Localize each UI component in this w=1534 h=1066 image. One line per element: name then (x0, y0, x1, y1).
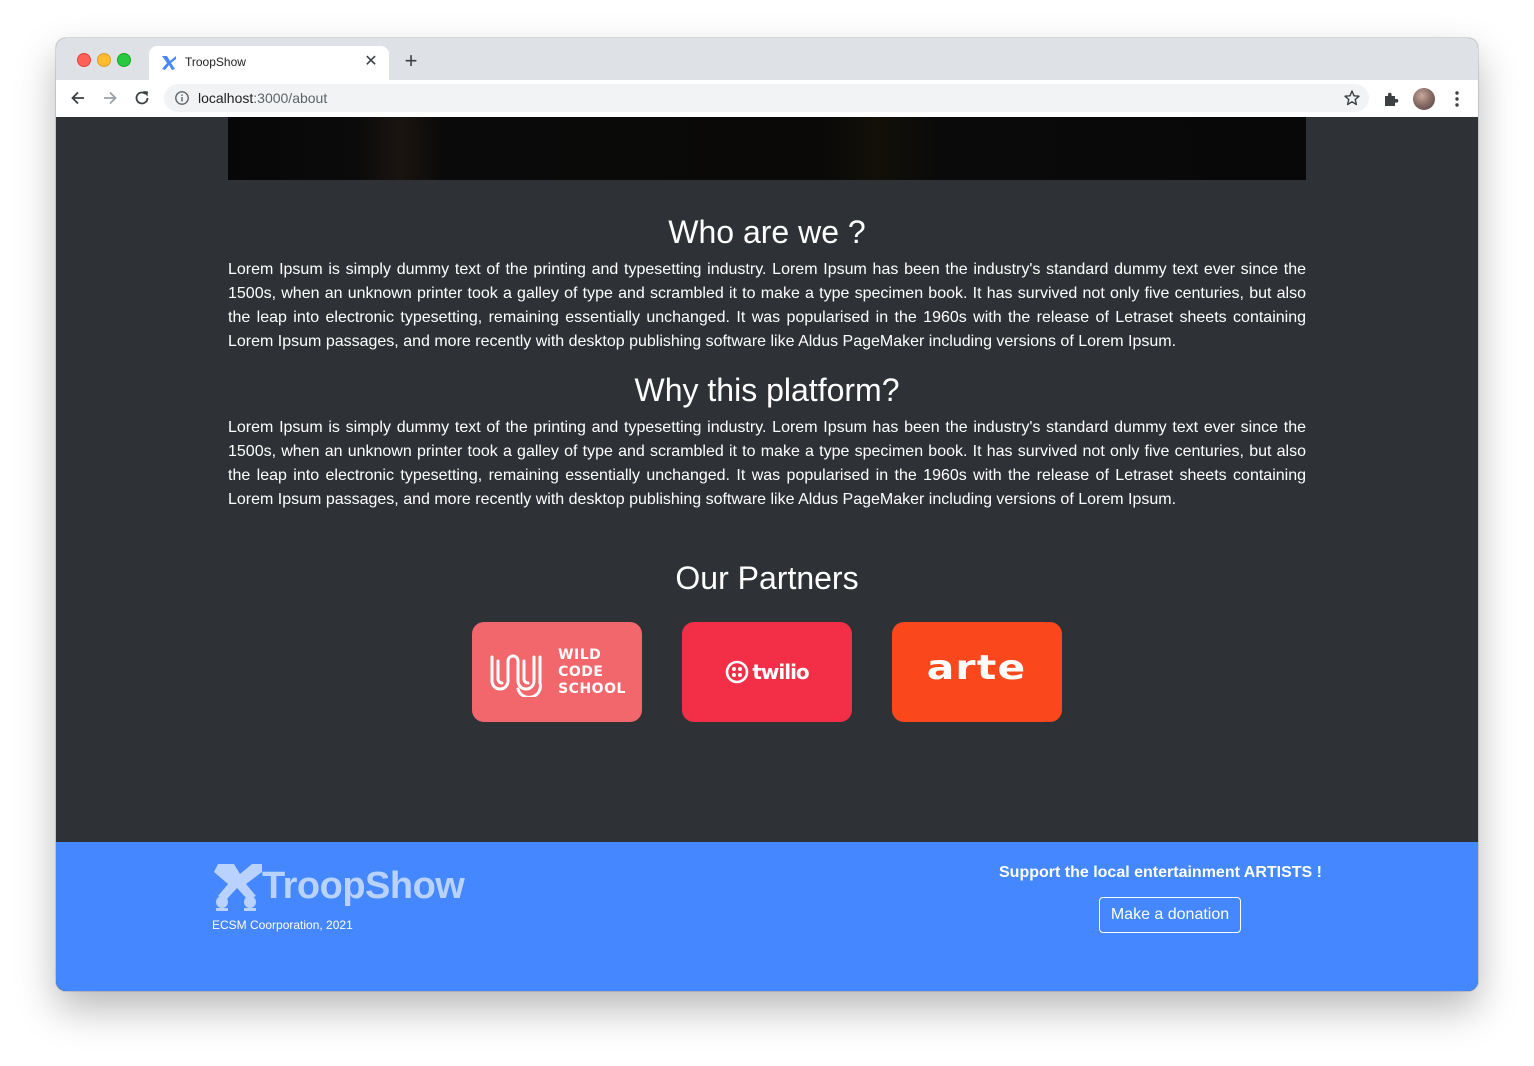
make-donation-button[interactable]: Make a donation (1099, 897, 1241, 933)
footer-support-text: Support the local entertainment ARTISTS … (999, 864, 1322, 881)
reload-icon (135, 91, 149, 105)
close-tab-icon[interactable]: ✕ (361, 52, 381, 72)
section-title: Why this platform? (634, 372, 900, 408)
twilio-wordmark: twilio (752, 660, 809, 684)
info-icon[interactable] (174, 90, 190, 106)
url-text[interactable]: localhost:3000/about (198, 90, 327, 106)
partner-arte[interactable]: arte (892, 622, 1062, 722)
arrow-left-icon (71, 91, 84, 105)
back-button[interactable] (66, 86, 90, 110)
wcs-line: SCHOOL (558, 680, 626, 697)
browser-toolbar: localhost:3000/about (56, 80, 1478, 118)
more-vertical-icon[interactable] (1448, 89, 1466, 109)
section-body: Lorem Ipsum is simply dummy text of the … (228, 261, 1306, 350)
tab-strip: TroopShow ✕ + (56, 38, 1478, 80)
why-this-platform-section: Why this platform? Lorem Ipsum is simply… (228, 370, 1306, 512)
maximize-window-button[interactable] (117, 53, 131, 67)
arrow-right-icon (104, 91, 117, 105)
tab-troopshow[interactable]: TroopShow ✕ (149, 46, 389, 80)
forward-button[interactable] (98, 86, 122, 110)
footer-brand[interactable]: TroopShow (262, 864, 465, 908)
address-bar[interactable]: localhost:3000/about (164, 84, 1369, 112)
url-path: :3000/about (253, 90, 328, 106)
close-window-button[interactable] (77, 53, 91, 67)
minimize-window-button[interactable] (97, 53, 111, 67)
wcs-line: WILD (558, 646, 602, 663)
wild-code-school-logo-icon (490, 654, 542, 697)
section-body: Lorem Ipsum is simply dummy text of the … (228, 419, 1306, 508)
who-are-we-section: Who are we ? Lorem Ipsum is simply dummy… (228, 212, 1306, 354)
extensions-puzzle-icon[interactable] (1382, 90, 1400, 108)
site-footer: TroopShow ECSM Coorporation, 2021 Suppor… (56, 842, 1478, 991)
partners-title: Our Partners (675, 560, 859, 596)
section-title: Who are we ? (668, 214, 866, 250)
about-page: Who are we ? Lorem Ipsum is simply dummy… (56, 117, 1478, 991)
partner-wild-code-school[interactable]: WILD CODE SCHOOL (472, 622, 642, 722)
wild-code-school-wordmark: WILD CODE SCHOOL (558, 647, 626, 698)
tab-title: TroopShow (185, 55, 246, 69)
browser-window: TroopShow ✕ + localhost:3000/about Who a… (56, 38, 1478, 991)
partner-twilio[interactable]: twilio (682, 622, 852, 722)
profile-avatar[interactable] (1413, 88, 1435, 110)
troopshow-logo-icon (214, 864, 262, 911)
partners-heading-wrap: Our Partners (228, 558, 1306, 598)
hero-image (228, 117, 1306, 180)
arte-wordmark: arte (927, 648, 1027, 688)
bookmark-star-icon[interactable] (1343, 89, 1361, 107)
footer-copyright: ECSM Coorporation, 2021 (212, 918, 353, 932)
reload-button[interactable] (130, 86, 154, 110)
twilio-logo-icon (726, 660, 749, 684)
wcs-line: CODE (558, 663, 604, 680)
url-host: localhost (198, 90, 254, 106)
new-tab-button[interactable]: + (399, 50, 423, 74)
troopshow-favicon-icon (162, 56, 176, 70)
partners-list: WILD CODE SCHOOL twilio arte (472, 622, 1062, 722)
